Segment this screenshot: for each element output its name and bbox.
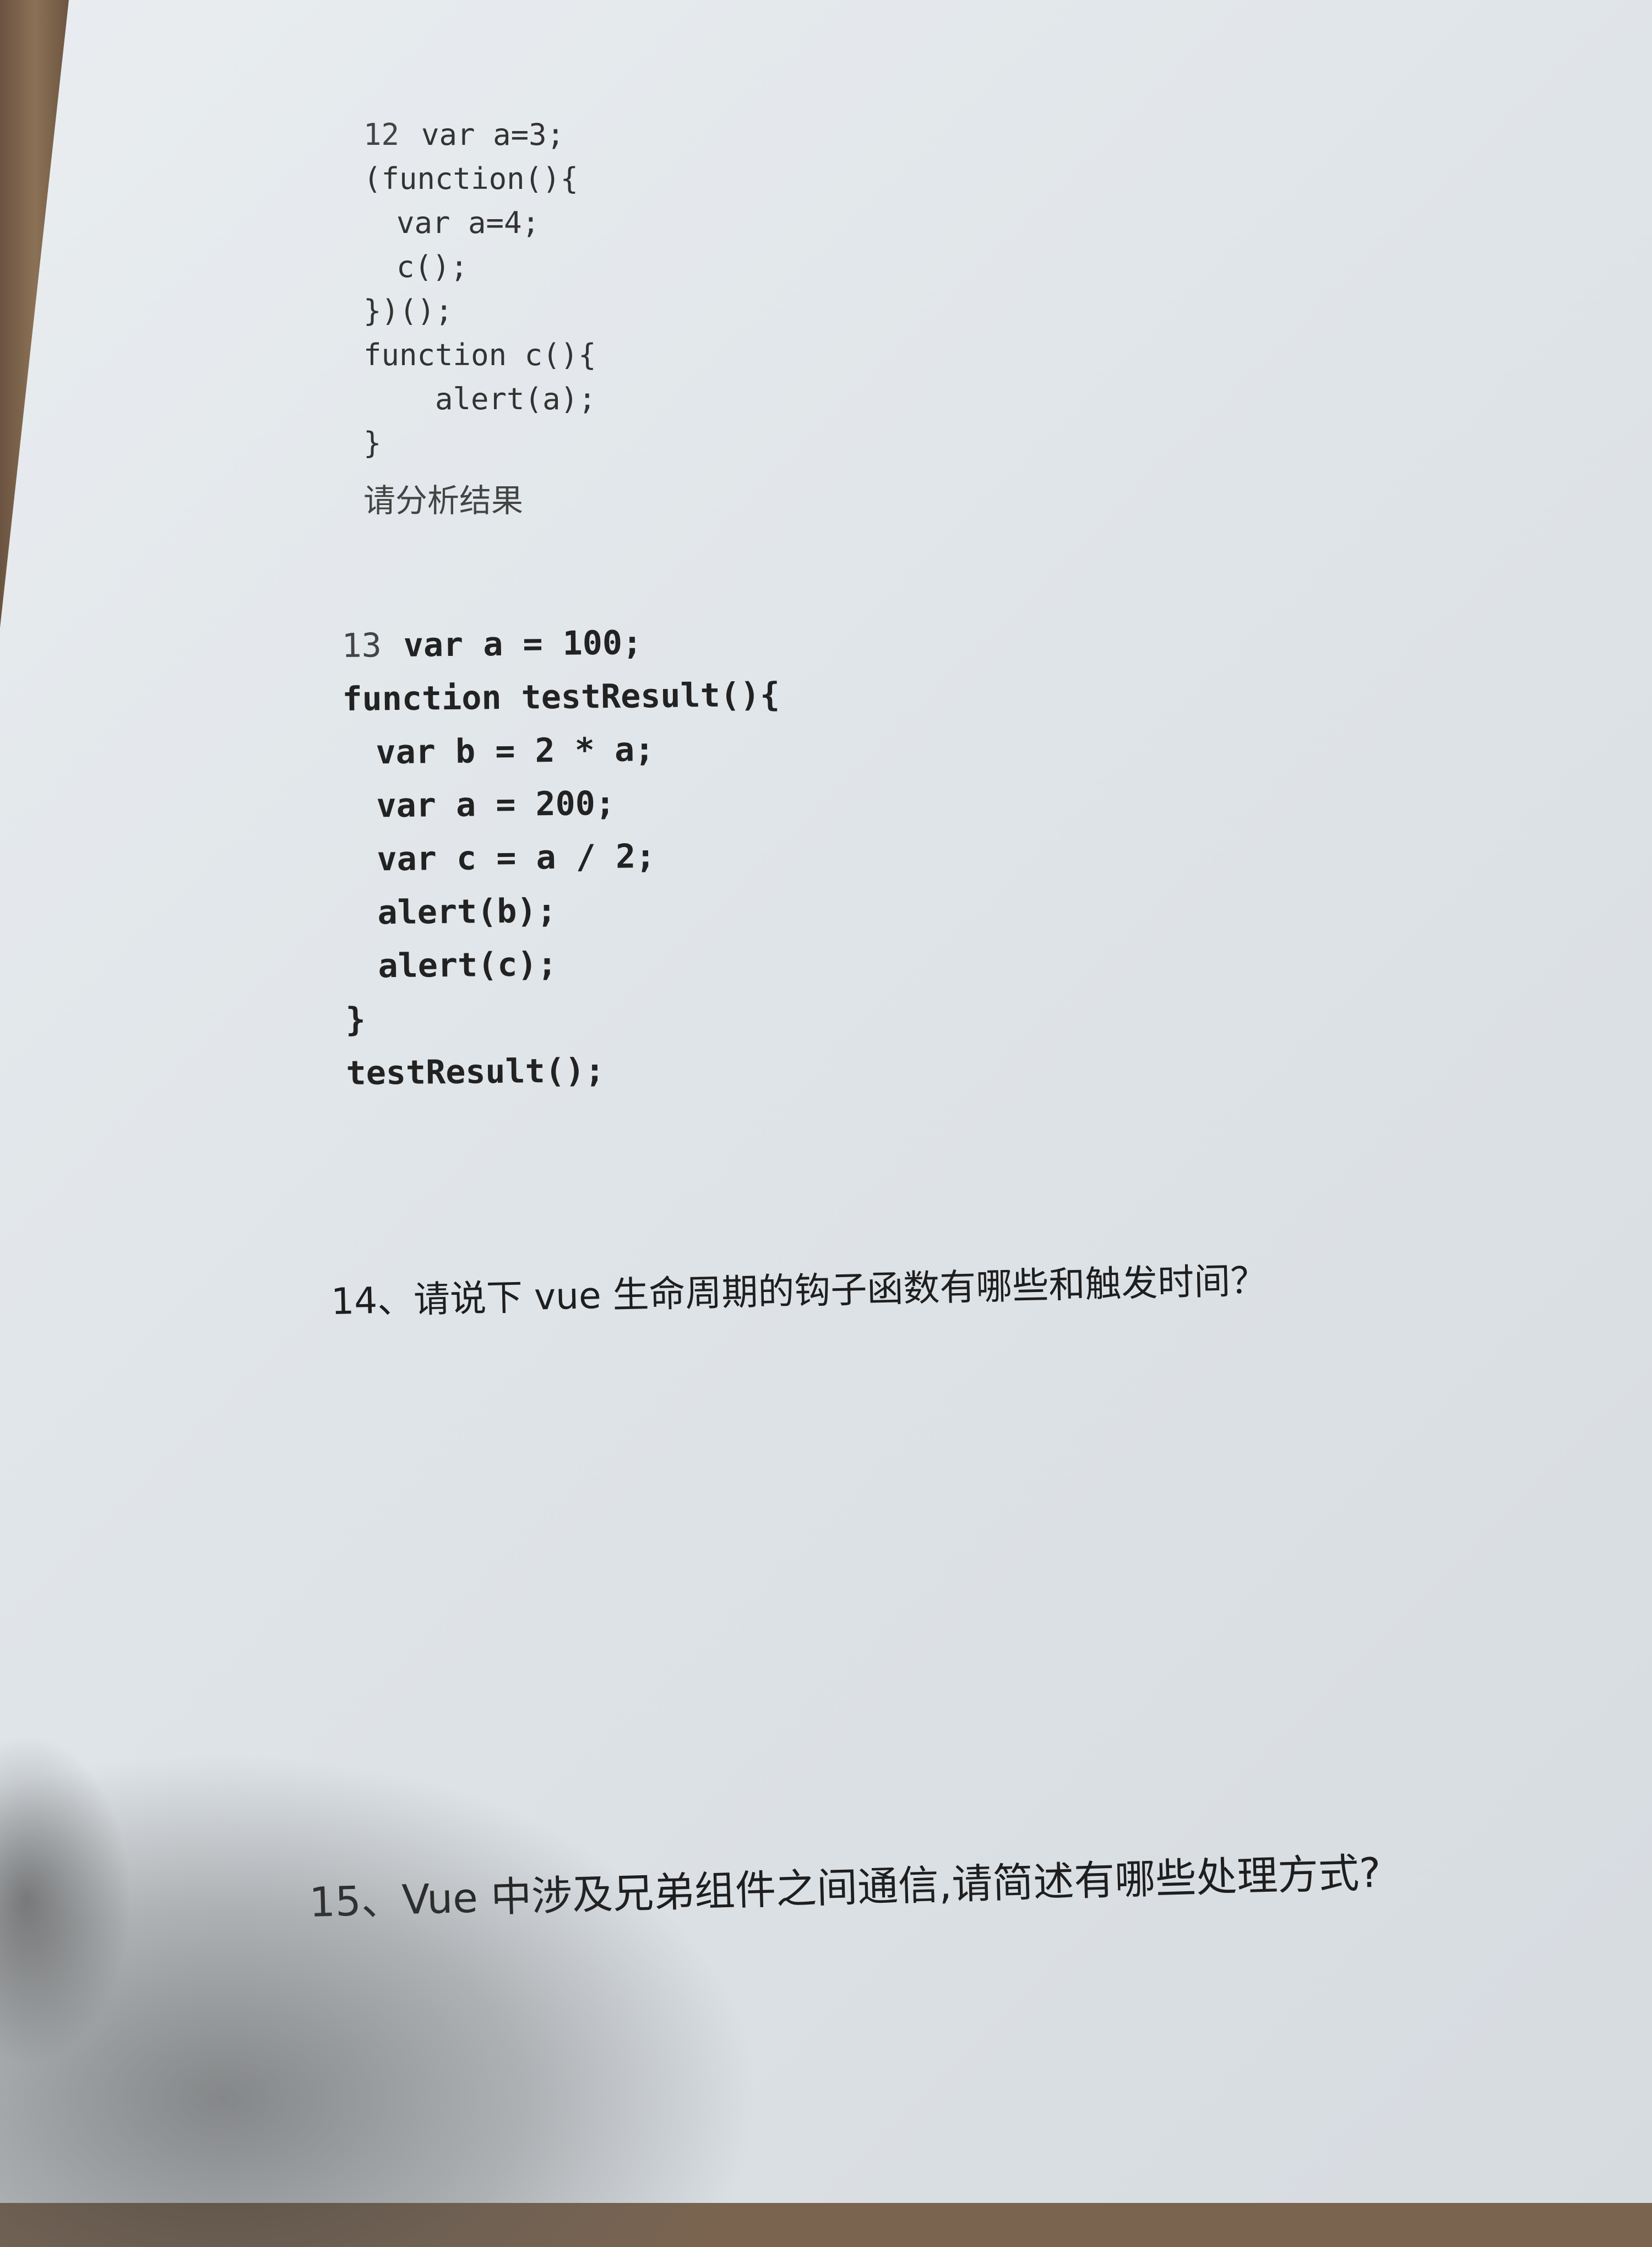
code-text: var a = 100;: [403, 623, 643, 665]
finger-shadow: [0, 1735, 132, 2065]
question-14: 14、请说下 vue 生命周期的钩子函数有哪些和触发时间？: [330, 1259, 1268, 1323]
paper-sheet: 12 var a=3; (function(){ var a=4; c(); })(); f…: [0, 0, 1652, 2203]
code-line: alert(c);: [378, 945, 558, 986]
question-number: 13: [341, 626, 382, 665]
code-line: }: [363, 426, 382, 460]
code-text: var a=3;: [421, 117, 565, 152]
code-line: var b = 2 * a;: [376, 730, 655, 772]
code-line: testResult();: [346, 1051, 605, 1093]
code-line: })();: [363, 294, 453, 328]
question-12-code: 12 var a=3; (function(){ var a=4; c(); })(); f…: [363, 113, 596, 465]
code-line: 12 var a=3;: [363, 113, 596, 157]
question-13-code: 13 var a = 100; function testResult(){ var …: [341, 615, 784, 1100]
code-line: var a=4;: [396, 205, 540, 240]
code-line: function c(){: [363, 338, 596, 372]
code-line: function testResult(){: [342, 675, 780, 719]
code-line: var a = 200;: [376, 784, 616, 826]
code-line: alert(b);: [377, 891, 557, 932]
code-line: (function(){: [363, 161, 579, 196]
question-number: 12: [363, 117, 400, 152]
question-12-prompt: 请分析结果: [363, 482, 524, 519]
question-15: 15、Vue 中涉及兄弟组件之间通信,请简述有哪些处理方式?: [308, 1849, 1382, 1926]
code-line: c();: [396, 249, 469, 284]
code-line: }: [345, 1000, 366, 1039]
code-line: 13 var a = 100;: [341, 615, 780, 673]
code-line: alert(a);: [435, 382, 596, 416]
code-line: var c = a / 2;: [377, 837, 656, 879]
